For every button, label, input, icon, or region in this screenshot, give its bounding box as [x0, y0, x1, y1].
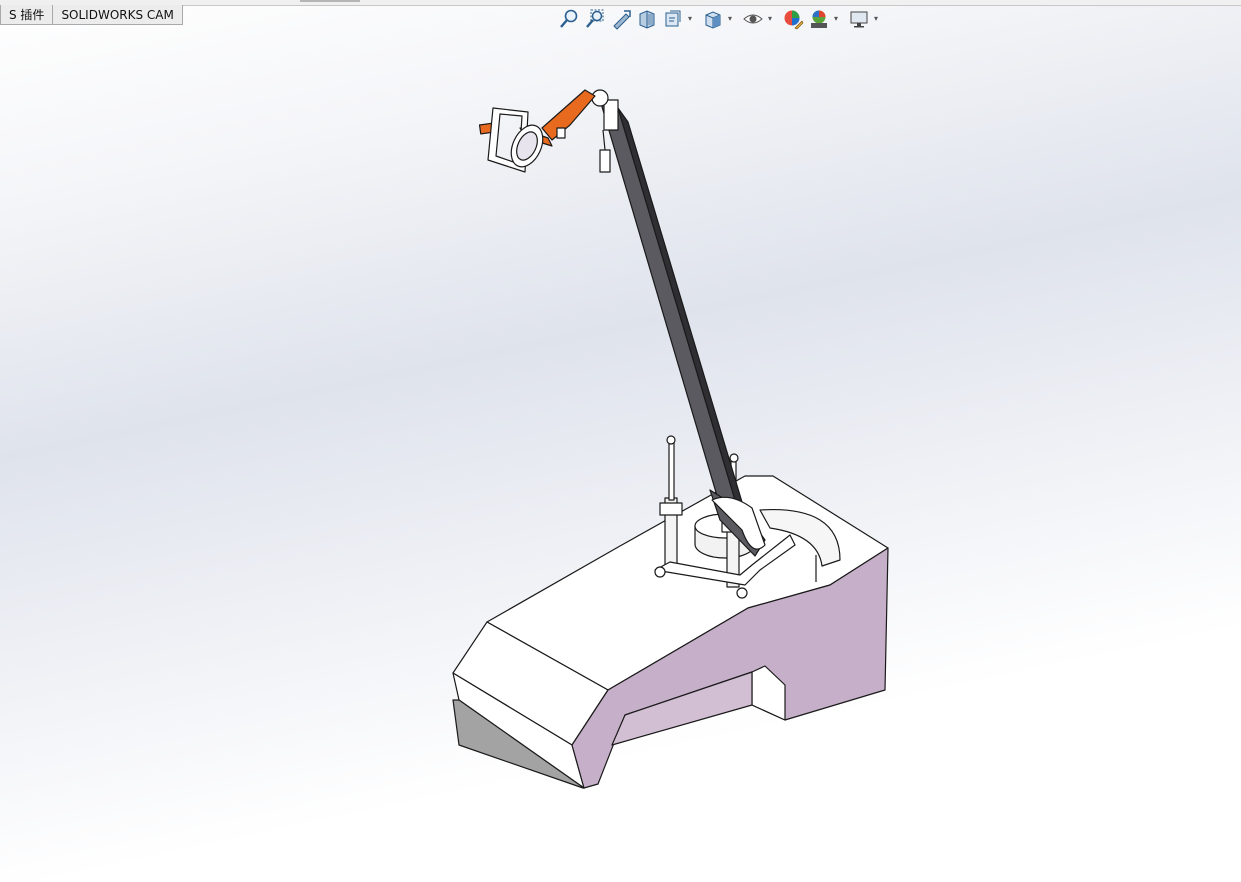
tab-addins[interactable]: S 插件: [0, 5, 54, 25]
forearm-link-orange: [541, 89, 596, 141]
scroll-indicator: [300, 0, 360, 2]
apply-scene-dropdown-icon[interactable]: ▾: [834, 14, 842, 24]
dynamic-annotation-dropdown-icon[interactable]: ▾: [688, 14, 696, 24]
robot-arm-model: [452, 89, 889, 789]
main-boom-side: [617, 107, 746, 513]
command-manager-tabs: S 插件 SOLIDWORKS CAM: [0, 5, 183, 26]
tab-solidworks-cam[interactable]: SOLIDWORKS CAM: [53, 5, 183, 25]
top-strip: [0, 0, 1241, 6]
view-settings-dropdown-icon[interactable]: ▾: [874, 14, 882, 24]
graphics-area[interactable]: [0, 27, 1241, 882]
view-orientation-dropdown-icon[interactable]: ▾: [728, 14, 736, 24]
hide-show-dropdown-icon[interactable]: ▾: [768, 14, 776, 24]
